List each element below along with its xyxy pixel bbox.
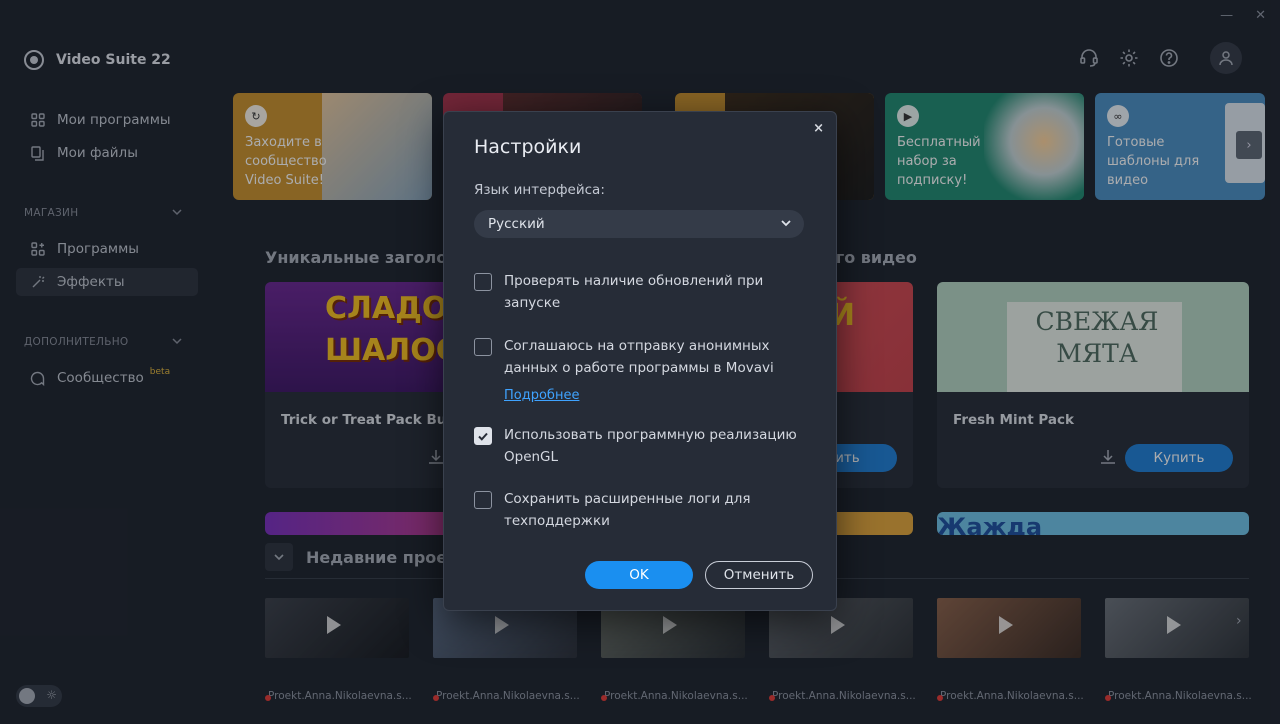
dialog-title: Настройки	[474, 136, 582, 158]
option-anonymous-data[interactable]: Соглашаюсь на отправку анонимных данных …	[474, 337, 814, 379]
chevron-down-icon	[780, 216, 792, 233]
option-label: Проверять наличие обновлений при запуске	[504, 273, 764, 311]
language-label: Язык интерфейса:	[474, 182, 605, 198]
option-check-updates[interactable]: Проверять наличие обновлений при запуске	[474, 272, 814, 314]
option-label: Использовать программную реализацию Open…	[504, 427, 797, 465]
checkbox-check-updates[interactable]	[474, 273, 492, 291]
checkbox-anonymous-data[interactable]	[474, 338, 492, 356]
option-label: Сохранить расширенные логи для техподдер…	[504, 491, 751, 529]
checkbox-extended-logs[interactable]	[474, 491, 492, 509]
option-opengl[interactable]: Использовать программную реализацию Open…	[474, 426, 814, 468]
option-extended-logs[interactable]: Сохранить расширенные логи для техподдер…	[474, 490, 814, 532]
cancel-button[interactable]: Отменить	[705, 561, 813, 589]
settings-dialog: × Настройки Язык интерфейса: Русский Про…	[443, 111, 837, 611]
more-info-link[interactable]: Подробнее	[504, 388, 579, 403]
checkmark-icon	[478, 432, 488, 441]
language-select[interactable]: Русский	[474, 210, 804, 238]
option-label: Соглашаюсь на отправку анонимных данных …	[504, 338, 774, 376]
close-icon[interactable]: ×	[813, 121, 824, 136]
language-select-value: Русский	[488, 216, 545, 232]
ok-button[interactable]: OK	[585, 561, 693, 589]
checkbox-opengl[interactable]	[474, 427, 492, 445]
app-window: — ✕ Video Suite 22 Мои программы Мои фай…	[0, 0, 1280, 724]
